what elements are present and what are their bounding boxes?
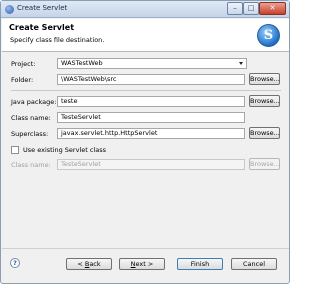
back-button[interactable]: < Back [66, 258, 112, 270]
existing-class-browse-button[interactable]: Browse... [249, 158, 280, 170]
superclass-input[interactable]: javax.servlet.http.HttpServlet [57, 128, 245, 139]
maximize-button[interactable]: □ [243, 2, 259, 15]
class-name-input[interactable]: TesteServlet [57, 112, 245, 123]
java-package-label: Java package: [11, 98, 57, 106]
use-existing-checkbox[interactable] [11, 146, 19, 154]
cancel-button[interactable]: Cancel [231, 258, 277, 270]
minimize-button[interactable]: – [227, 2, 243, 15]
title-bar[interactable]: Create Servlet – □ ✕ [1, 1, 289, 18]
create-servlet-dialog: Create Servlet – □ ✕ Create Servlet Spec… [0, 0, 290, 284]
folder-label: Folder: [11, 76, 34, 84]
superclass-label: Superclass: [11, 130, 49, 138]
project-value: WASTestWeb [61, 59, 103, 67]
finish-button[interactable]: Finish [177, 258, 223, 270]
java-package-input[interactable]: teste [57, 96, 245, 107]
chevron-down-icon[interactable] [239, 62, 243, 65]
wizard-description: Specify class file destination. [10, 36, 105, 44]
project-combo[interactable]: WASTestWeb [57, 58, 247, 69]
use-existing-label: Use existing Servlet class [23, 146, 106, 154]
wizard-header: Create Servlet Specify class file destin… [2, 19, 289, 52]
help-icon[interactable]: ? [10, 258, 20, 268]
java-package-browse-button[interactable]: Browse... [249, 95, 280, 107]
footer-separator [2, 248, 289, 249]
superclass-browse-button[interactable]: Browse... [249, 127, 280, 139]
class-name-label: Class name: [11, 114, 51, 122]
folder-input[interactable]: \WASTestWeb\src [57, 74, 245, 85]
app-icon [5, 5, 14, 14]
separator [11, 90, 281, 91]
existing-class-input[interactable]: TesteServlet [57, 159, 245, 170]
folder-browse-button[interactable]: Browse... [249, 73, 280, 85]
project-label: Project: [11, 60, 36, 68]
wizard-title: Create Servlet [9, 23, 75, 32]
next-button[interactable]: Next > [119, 258, 165, 270]
back-label-rest: ack [89, 260, 101, 268]
window-title: Create Servlet [17, 4, 68, 12]
servlet-wizard-logo-icon: S [257, 24, 280, 47]
back-prefix: < [77, 260, 85, 268]
next-label-rest: ext > [135, 260, 154, 268]
existing-class-label: Class name: [11, 161, 51, 169]
close-button[interactable]: ✕ [259, 2, 286, 15]
